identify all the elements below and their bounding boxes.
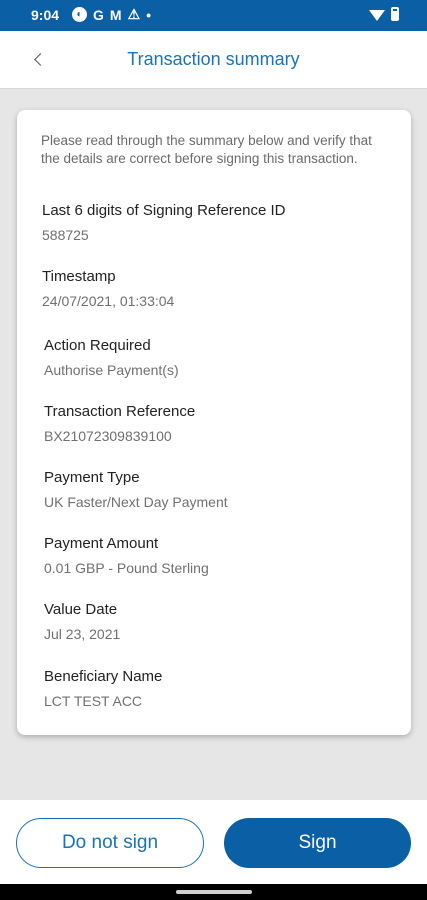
notification-icons: ◐ G M ⚠ • (72, 6, 151, 23)
field-payment-amount: Payment Amount 0.01 GBP - Pound Sterling (44, 535, 209, 577)
system-nav-bar (0, 884, 427, 900)
intro-text: Please read through the summary below an… (41, 133, 372, 166)
field-value: 24/07/2021, 01:33:04 (42, 293, 175, 309)
field-beneficiary-name: Beneficiary Name LCT TEST ACC (44, 668, 162, 710)
field-value: BX21072309839100 (44, 428, 172, 444)
google-icon: G (93, 6, 104, 23)
status-bar: 9:04 ◐ G M ⚠ • (0, 0, 427, 31)
field-label: Beneficiary Name (44, 668, 163, 685)
field-label: Value Date (44, 601, 118, 618)
field-label: Last 6 digits of Signing Reference ID (42, 202, 286, 219)
sign-button[interactable]: Sign (224, 818, 411, 868)
circle-g-icon: ◐ (72, 7, 87, 22)
field-timestamp: Timestamp 24/07/2021, 01:33:04 (42, 268, 174, 310)
dot-icon: • (146, 6, 152, 23)
field-label: Payment Amount (44, 535, 159, 552)
warning-icon: ⚠ (127, 6, 141, 22)
field-label: Transaction Reference (44, 403, 196, 420)
page-title: Transaction summary (127, 49, 300, 69)
home-gesture-handle[interactable] (176, 890, 252, 894)
field-label: Action Required (44, 337, 151, 354)
field-value: Jul 23, 2021 (44, 626, 121, 642)
app-header: Transaction summary (0, 31, 427, 89)
field-transaction-reference: Transaction Reference BX21072309839100 (44, 403, 195, 445)
summary-card: Please read through the summary below an… (17, 110, 411, 735)
system-icons (369, 7, 399, 21)
gmail-icon: M (109, 6, 122, 23)
action-bar: Do not sign Sign (0, 800, 427, 884)
field-value: 0.01 GBP - Pound Sterling (44, 560, 209, 576)
field-value-date: Value Date Jul 23, 2021 (44, 601, 120, 643)
field-value: LCT TEST ACC (44, 693, 143, 709)
do-not-sign-button[interactable]: Do not sign (16, 818, 204, 868)
field-value: Authorise Payment(s) (44, 362, 179, 378)
field-value: 588725 (42, 227, 89, 243)
wifi-icon (369, 9, 385, 21)
battery-icon (391, 7, 399, 21)
field-signing-reference: Last 6 digits of Signing Reference ID 58… (42, 202, 285, 244)
field-label: Timestamp (42, 268, 116, 285)
field-payment-type: Payment Type UK Faster/Next Day Payment (44, 469, 228, 511)
status-time: 9:04 (31, 7, 60, 23)
field-label: Payment Type (44, 469, 140, 486)
field-value: UK Faster/Next Day Payment (44, 494, 228, 510)
field-action-required: Action Required Authorise Payment(s) (44, 337, 179, 379)
